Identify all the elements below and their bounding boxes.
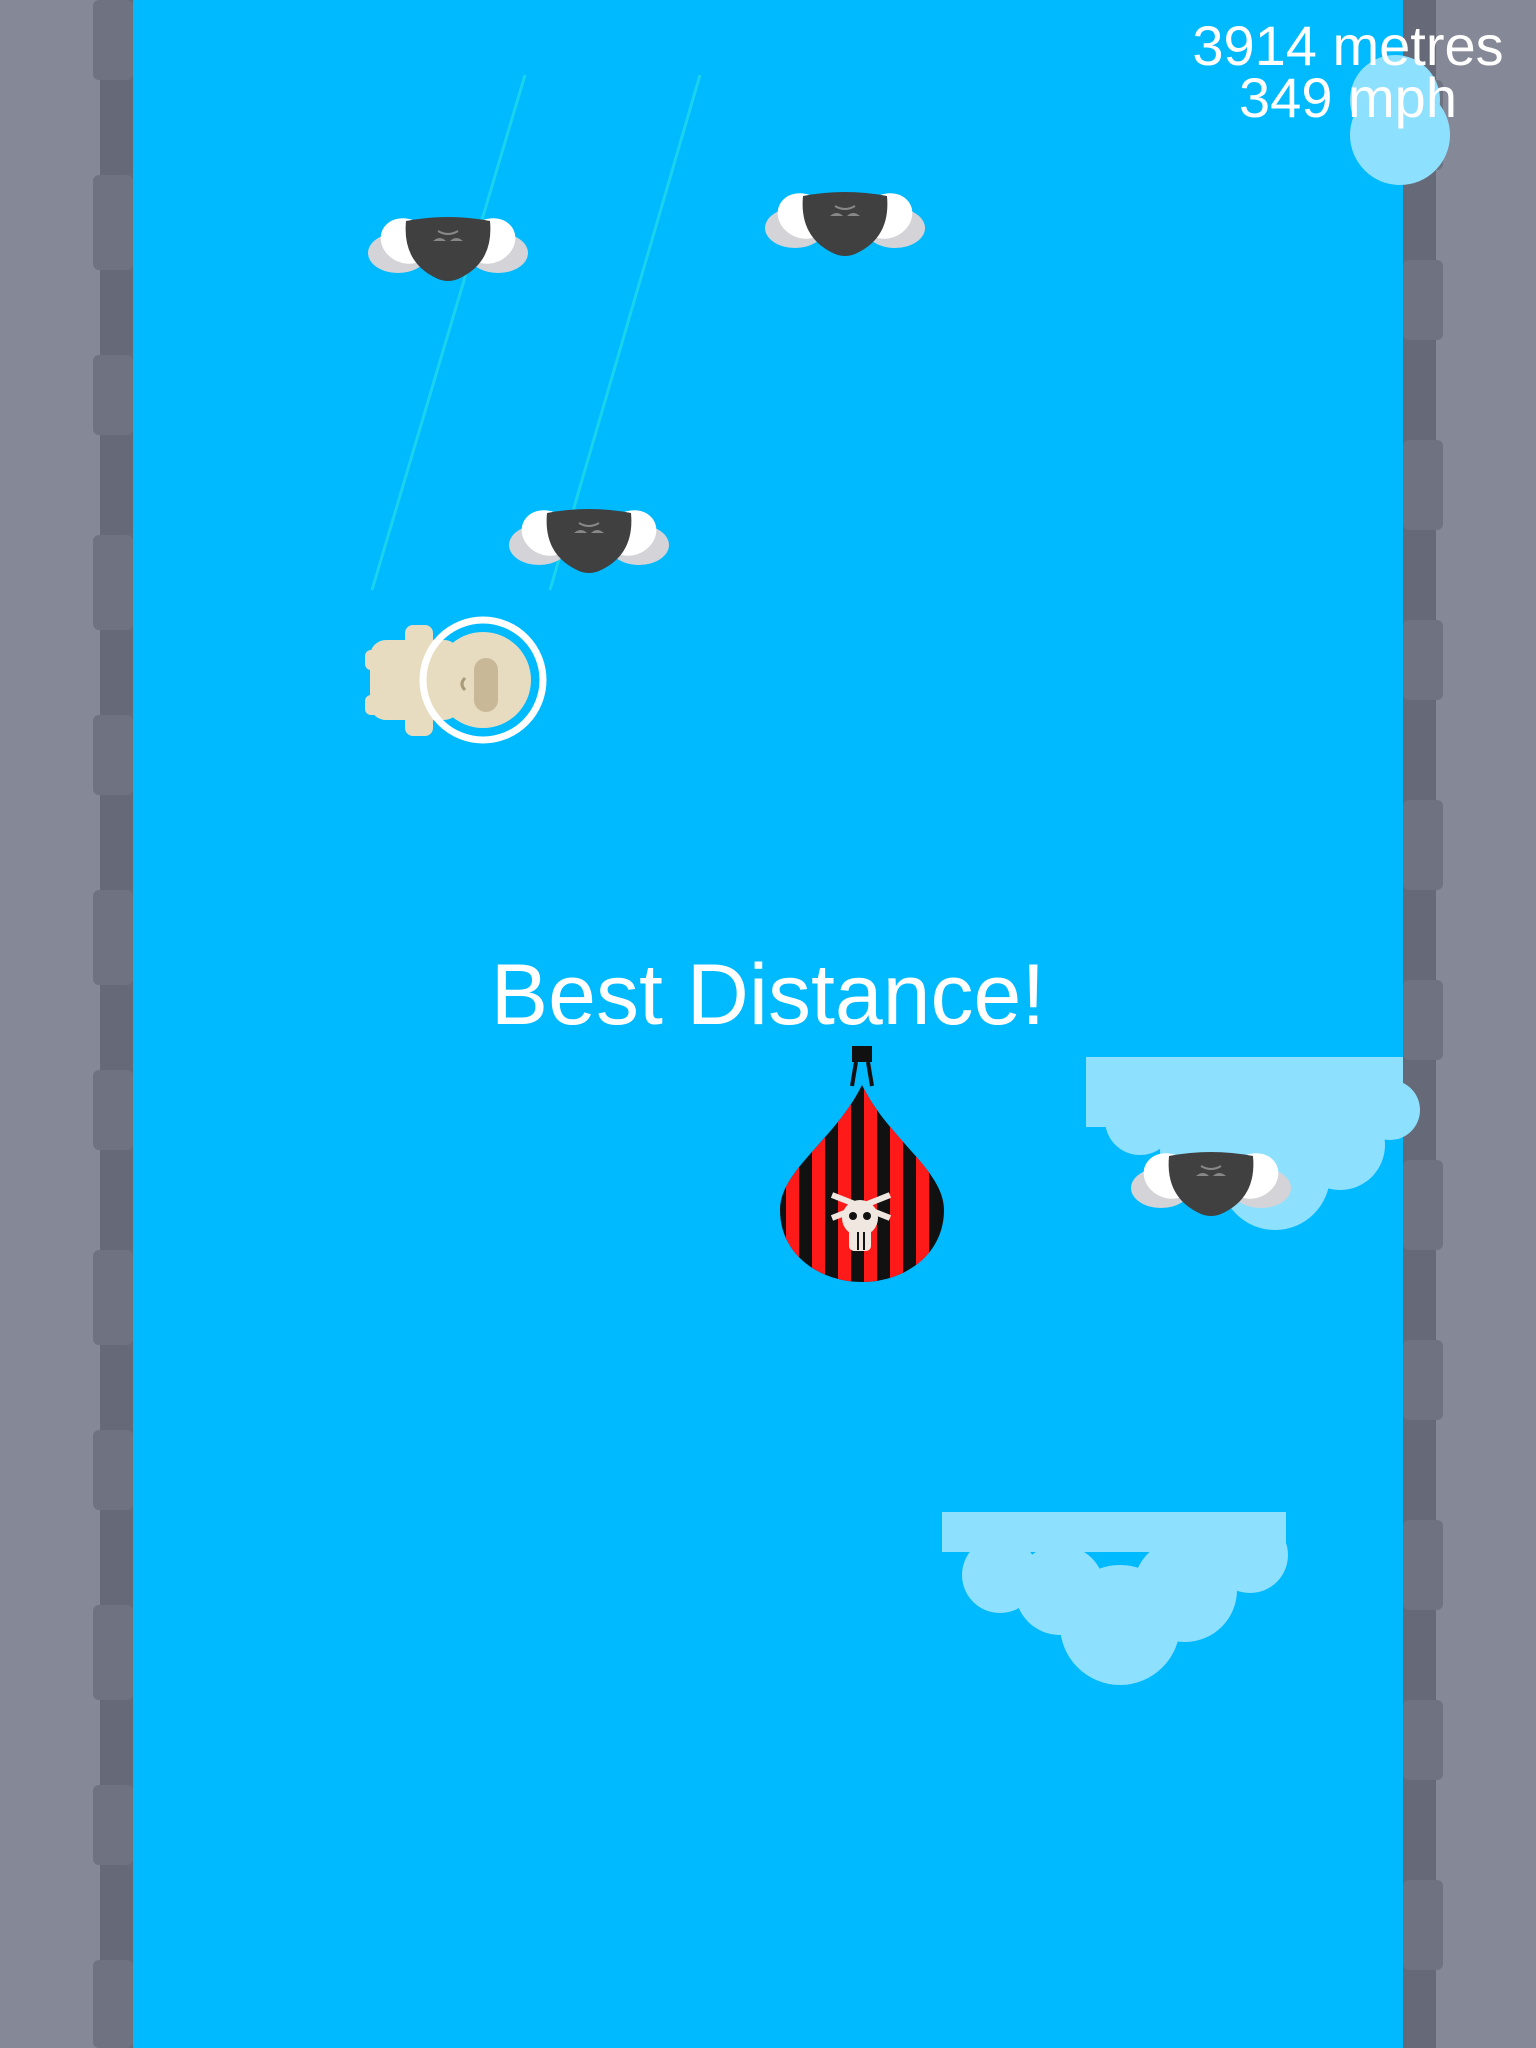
speed-readout: 349 mph [1239, 66, 1457, 129]
flying-bug-icon [367, 209, 529, 282]
flying-bug-icon [764, 184, 926, 257]
flying-bug-icon [508, 501, 670, 574]
distance-readout: 3914 metres [1192, 14, 1504, 77]
left-wall [0, 0, 133, 2048]
skydiver-icon [365, 616, 547, 744]
right-wall [1403, 0, 1536, 2048]
best-distance-banner: Best Distance! [490, 947, 1046, 1043]
flying-bug-icon [1130, 1144, 1292, 1217]
pirate-balloon-icon [780, 1046, 944, 1282]
hud: 3914 metres 349 mph [1168, 14, 1528, 129]
cloud [942, 1512, 1288, 1685]
game-screen[interactable]: 3914 metres 349 mph Best Distance! [0, 0, 1536, 2048]
